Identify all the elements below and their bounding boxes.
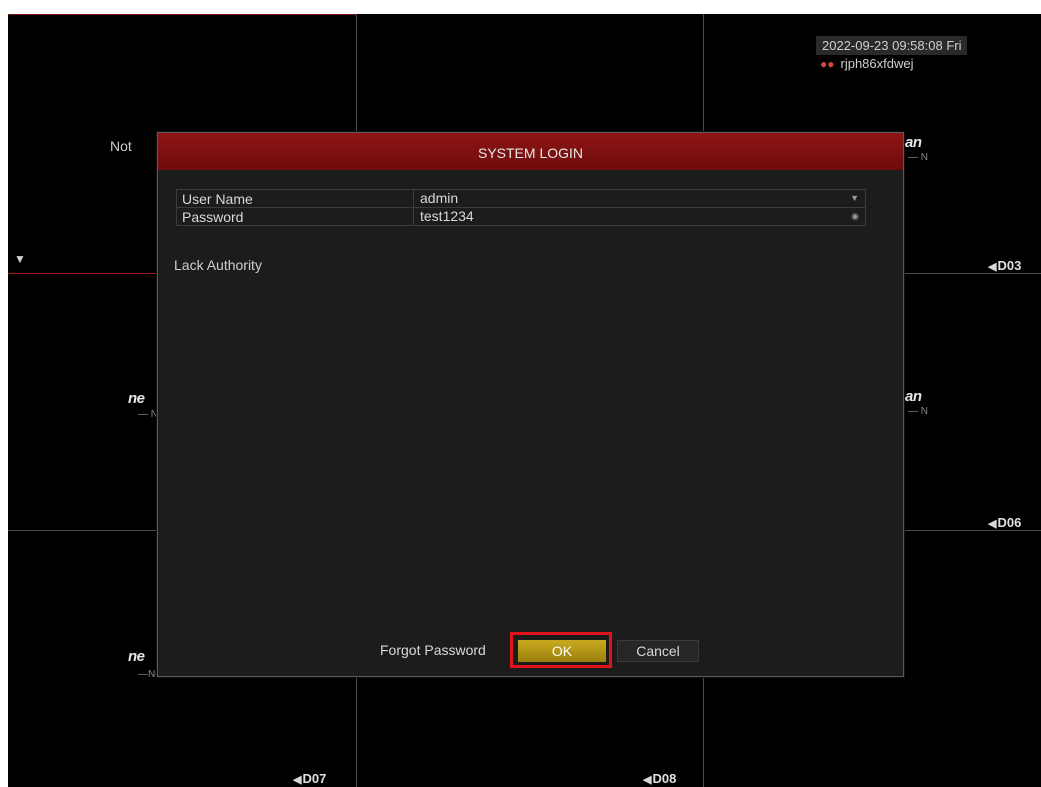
channel-label-d06-text: D06 <box>997 515 1022 530</box>
camera-icon: ◀ <box>988 518 997 530</box>
eye-icon[interactable]: ◉ <box>851 208 859 225</box>
status-message: Lack Authority <box>174 257 262 273</box>
username-select[interactable]: admin <box>413 190 859 207</box>
channel-label-d03-text: D03 <box>997 258 1022 273</box>
camera-icon: ◀ <box>643 774 652 786</box>
forgot-password-link[interactable]: Forgot Password <box>380 642 486 658</box>
username-label: User Name <box>182 191 253 207</box>
datetime-display: 2022-09-23 09:58:08 Fri <box>816 36 968 55</box>
camera-icon: ◀ <box>988 261 997 273</box>
brand-logo-partial: ne <box>128 648 145 665</box>
dialog-footer: Forgot Password OK Cancel <box>158 632 903 668</box>
channel-label-d06: ◀D06 <box>988 515 1021 530</box>
channel-label-d08: ◀D08 <box>643 771 676 786</box>
system-login-dialog: SYSTEM LOGIN User Name admin ▼ Password … <box>157 132 904 677</box>
channel-label-d07-text: D07 <box>302 771 327 786</box>
channel-status-text: Not <box>110 138 132 154</box>
brand-logo-partial: an <box>905 388 922 405</box>
password-input[interactable]: test1234 <box>413 208 859 225</box>
camera-icon: ◀ <box>293 774 302 786</box>
brand-logo-partial: ne <box>128 390 145 407</box>
chevron-down-icon[interactable]: ▼ <box>850 190 859 207</box>
password-label: Password <box>182 209 244 225</box>
no-video-text: — N <box>908 406 928 417</box>
username-row: User Name admin ▼ <box>176 189 866 208</box>
brand-logo-partial: an <box>905 134 922 151</box>
cancel-button[interactable]: Cancel <box>617 640 699 662</box>
channel-label-d08-text: D08 <box>652 771 677 786</box>
device-name: ●● rjph86xfdwej <box>816 56 914 71</box>
password-row: Password test1234 ◉ <box>176 207 866 226</box>
device-name-label: rjph86xfdwej <box>840 56 914 71</box>
no-video-text: — N <box>908 152 928 163</box>
no-video-text: — N <box>138 409 158 420</box>
record-icon: ▼ <box>14 252 26 266</box>
channel-label-d03: ◀D03 <box>988 258 1021 273</box>
dialog-title: SYSTEM LOGIN <box>158 133 903 170</box>
users-icon: ●● <box>820 57 835 71</box>
channel-label-d07: ◀D07 <box>293 771 326 786</box>
